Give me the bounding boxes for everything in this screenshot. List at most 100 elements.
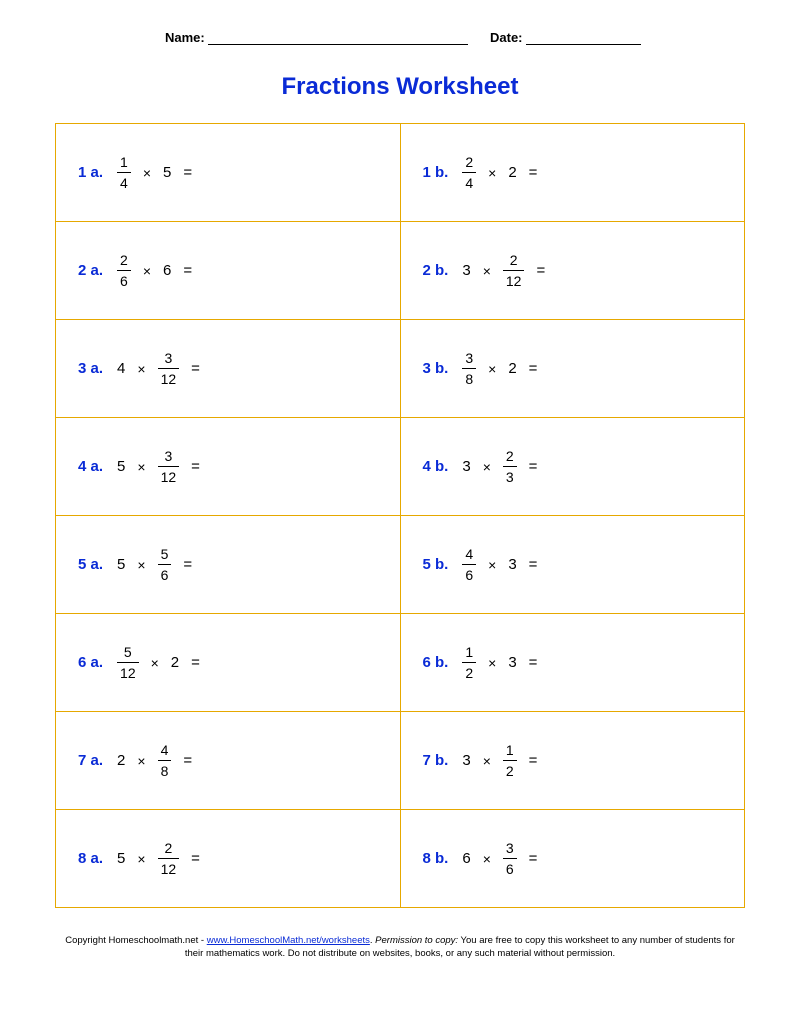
problem-expression: 26×6= [117,253,192,288]
fraction: 312 [158,351,180,386]
whole-number: 4 [117,360,125,377]
equals-sign: = [183,752,192,769]
problem-label: 8 b. [423,850,449,867]
problem-cell: 4 b.3×23= [400,418,745,516]
whole-number: 2 [117,752,125,769]
fraction: 212 [158,841,180,876]
equals-sign: = [529,752,538,769]
problem-expression: 3×12= [462,743,537,778]
footer-copyright: Copyright Homeschoolmath.net - [65,935,207,946]
problem-expression: 3×23= [462,449,537,484]
problem-label: 1 b. [423,164,449,181]
problem-expression: 5×212= [117,841,200,876]
denominator: 2 [462,662,476,680]
problem-cell: 2 a.26×6= [56,222,401,320]
numerator: 3 [161,449,175,466]
times-operator: × [483,851,491,867]
denominator: 4 [462,172,476,190]
problem-expression: 6×36= [462,841,537,876]
denominator: 12 [158,368,180,386]
problem-row: 6 a.512×2=6 b.12×3= [56,614,745,712]
numerator: 2 [161,841,175,858]
whole-number: 6 [163,262,171,279]
problem-row: 3 a.4×312=3 b.38×2= [56,320,745,418]
problem: 1 a.14×5= [78,155,390,190]
whole-number: 3 [462,458,470,475]
problem-expression: 2×48= [117,743,192,778]
denominator: 4 [117,172,131,190]
equals-sign: = [529,164,538,181]
numerator: 2 [503,449,517,466]
problem-cell: 1 a.14×5= [56,124,401,222]
times-operator: × [483,753,491,769]
denominator: 8 [158,760,172,778]
numerator: 5 [121,645,135,662]
problem-expression: 12 × 3 = [462,645,537,680]
equals-sign: = [536,262,545,279]
problem: 8 b.6×36= [423,841,735,876]
numerator: 3 [503,841,517,858]
denominator: 3 [503,466,517,484]
fraction: 24 [462,155,476,190]
worksheet-page: Name: Date: Fractions Worksheet 1 a.14×5… [0,0,800,981]
fraction: 312 [158,449,180,484]
problem-cell: 8 a. 5×212= [56,810,401,908]
problem-cell: 1 b.24×2= [400,124,745,222]
whole-number: 3 [508,654,516,671]
problem-label: 4 a. [78,458,103,475]
problem-expression: 46×3= [462,547,537,582]
footer-link[interactable]: www.HomeschoolMath.net/worksheets [207,935,370,946]
problem-cell: 6 a.512×2= [56,614,401,712]
problem-row: 7 a.2×48=7 b.3×12= [56,712,745,810]
problem-expression: 14×5= [117,155,192,190]
numerator: 4 [462,547,476,564]
fraction: 56 [158,547,172,582]
whole-number: 5 [117,556,125,573]
numerator: 4 [158,743,172,760]
denominator: 2 [503,760,517,778]
whole-number: 6 [462,850,470,867]
times-operator: × [488,655,496,671]
times-operator: × [483,459,491,475]
numerator: 1 [462,645,476,662]
whole-number: 2 [508,360,516,377]
name-blank[interactable] [208,32,468,45]
problem-label: 6 a. [78,654,103,671]
problem-cell: 3 b.38×2= [400,320,745,418]
numerator: 2 [117,253,131,270]
fraction: 46 [462,547,476,582]
problem-label: 8 a. [78,850,103,867]
equals-sign: = [529,654,538,671]
denominator: 8 [462,368,476,386]
date-blank[interactable] [526,32,641,45]
problem: 7 b.3×12= [423,743,735,778]
numerator: 1 [117,155,131,172]
equals-sign: = [529,556,538,573]
problem: 6 a.512×2= [78,645,390,680]
fraction: 12 [503,743,517,778]
problem-label: 5 a. [78,556,103,573]
equals-sign: = [191,458,200,475]
problem-cell: 5 a.5×56= [56,516,401,614]
whole-number: 5 [117,850,125,867]
denominator: 6 [462,564,476,582]
problem-cell: 2 b.3×212= [400,222,745,320]
problem-cell: 7 b.3×12= [400,712,745,810]
times-operator: × [137,459,145,475]
denominator: 12 [158,858,180,876]
problem-cell: 8 b.6×36= [400,810,745,908]
problem-row: 8 a.5×212=8 b.6×36= [56,810,745,908]
problem-label: 3 a. [78,360,103,377]
whole-number: 3 [462,262,470,279]
numerator: 2 [507,253,521,270]
times-operator: × [137,557,145,573]
equals-sign: = [529,458,538,475]
header-line: Name: Date: [55,30,745,45]
denominator: 6 [117,270,131,288]
fraction: 212 [503,253,525,288]
problem-label: 3 b. [423,360,449,377]
whole-number: 2 [171,654,179,671]
problem-cell: 3 a.4×312= [56,320,401,418]
footer: Copyright Homeschoolmath.net - www.Homes… [55,934,745,961]
equals-sign: = [183,164,192,181]
